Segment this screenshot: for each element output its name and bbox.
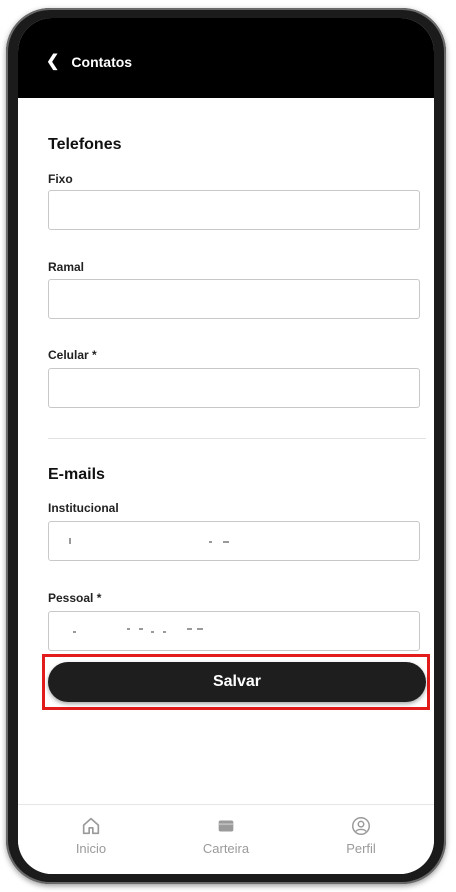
app-screen: ❮ Contatos Telefones Fixo Ramal Celular … [18,18,434,874]
label-pessoal: Pessoal * [48,591,102,605]
nav-label-inicio: Inicio [75,841,107,856]
section-divider [48,438,426,439]
label-institucional: Institucional [48,501,119,515]
chevron-left-icon: ❮ [46,53,60,70]
save-button[interactable]: Salvar [48,662,426,702]
top-app-bar: ❮ Contatos [18,18,434,98]
bottom-navigation: Inicio Carteira Perfil [18,804,434,874]
back-button[interactable]: ❮ Contatos [46,53,133,71]
wallet-icon [218,820,234,832]
nav-item-inicio[interactable]: Inicio [46,815,136,856]
pessoal-input[interactable] [48,611,420,651]
phone-frame: ❮ Contatos Telefones Fixo Ramal Celular … [6,8,446,884]
celular-input[interactable] [48,368,420,408]
section-title-telefones: Telefones [48,136,122,153]
nav-item-perfil[interactable]: Perfil [316,815,406,856]
nav-item-carteira[interactable]: Carteira [181,815,271,856]
label-ramal: Ramal [48,260,85,274]
nav-label-carteira: Carteira [202,841,250,856]
nav-label-perfil: Perfil [346,841,376,856]
section-title-emails: E-mails [48,466,105,483]
user-icon [352,817,370,835]
label-fixo: Fixo [48,172,73,186]
label-celular: Celular * [48,348,97,362]
home-icon [82,817,100,835]
back-label: Contatos [71,54,133,70]
institucional-input[interactable] [48,521,420,561]
ramal-input[interactable] [48,279,420,319]
fixo-input[interactable] [48,190,420,230]
